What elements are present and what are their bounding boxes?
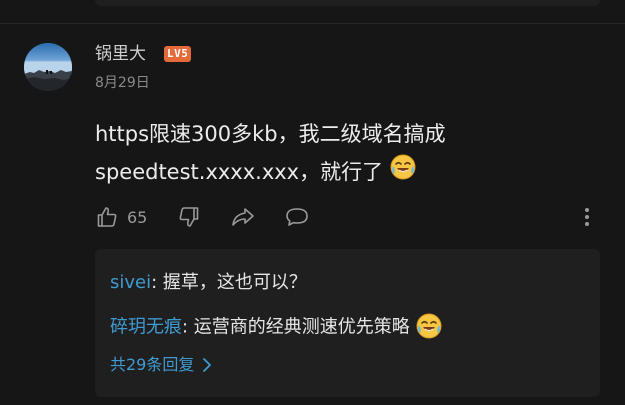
username[interactable]: 锅里大	[95, 43, 146, 65]
reply-separator: :	[151, 272, 163, 293]
comment-text-line-2: speedtest.xxxx.xxx，就行了	[95, 153, 595, 192]
more-vertical-icon	[585, 208, 589, 226]
laughing-tears-emoji-icon	[416, 313, 442, 342]
comment-text-line-2-text: speedtest.xxxx.xxx，就行了	[95, 160, 384, 184]
reply-text: 握草，这也可以？	[162, 272, 307, 293]
previous-reply-panel-edge	[95, 0, 600, 6]
reply-author[interactable]: sivei	[110, 272, 151, 293]
reply-button[interactable]	[284, 204, 310, 230]
reply-author[interactable]: 碎玥无痕	[110, 317, 182, 338]
share-button[interactable]	[230, 204, 256, 230]
thumbs-down-icon	[179, 207, 199, 227]
more-options-button[interactable]	[581, 204, 593, 230]
comment-divider	[0, 23, 625, 24]
comment-action-bar: 65	[95, 204, 600, 230]
reply-text: 运营商的经典测速优先策略	[193, 316, 410, 338]
comment-date: 8月29日	[95, 75, 150, 91]
comment-icon	[286, 208, 308, 226]
comment-content: https限速300多kb，我二级域名搞成 speedtest.xxxx.xxx…	[95, 115, 595, 192]
avatar-image	[24, 43, 72, 91]
like-count: 65	[127, 207, 148, 227]
like-button[interactable]: 65	[95, 204, 147, 230]
laughing-tears-emoji-icon	[390, 154, 416, 192]
thumbs-up-icon	[97, 207, 117, 227]
reply-item: sivei: 握草，这也可以？	[110, 270, 307, 296]
comment-page: 锅里大 LV5 8月29日 https限速300多kb，我二级域名搞成 spee…	[0, 0, 625, 405]
view-all-replies-label: 共29条回复	[110, 355, 195, 374]
avatar[interactable]	[24, 43, 72, 91]
level-badge: LV5	[164, 46, 192, 62]
comment-text-line-1: https限速300多kb，我二级域名搞成	[95, 122, 446, 146]
chevron-right-icon	[203, 358, 212, 372]
share-icon	[232, 208, 254, 226]
reply-separator: :	[182, 316, 194, 338]
view-all-replies-link[interactable]: 共29条回复	[110, 354, 212, 376]
replies-panel: sivei: 握草，这也可以？ 碎玥无痕: 运营商的经典测速优先策略 共29条回…	[95, 249, 600, 397]
dislike-button[interactable]	[177, 204, 201, 230]
reply-item: 碎玥无痕: 运营商的经典测速优先策略	[110, 313, 442, 342]
